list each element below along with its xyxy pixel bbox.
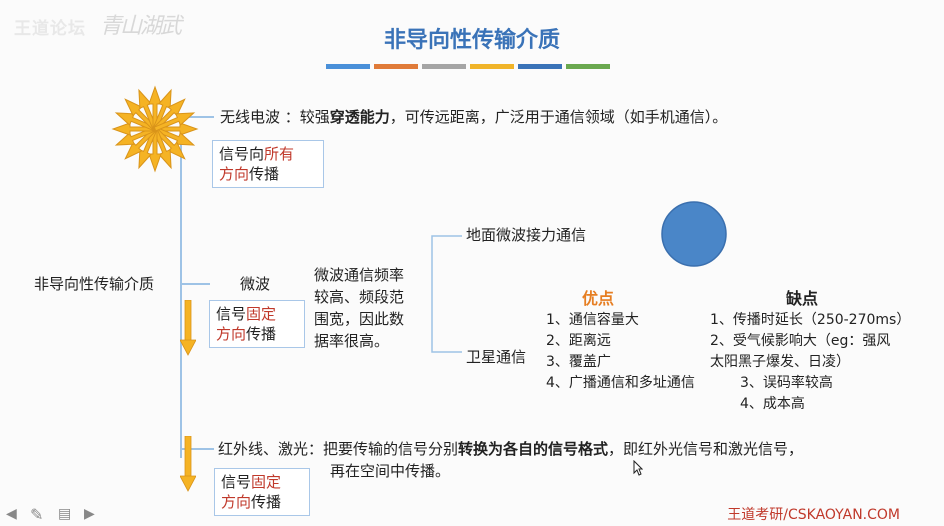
microwave-box-d: 传播 — [246, 325, 277, 343]
microwave-label: 微波 — [240, 275, 271, 293]
infrared-box-b: 固定 — [251, 473, 282, 491]
infrared-laser-description: 红外线、激光：把要传输的信号分别转换为各自的信号格式，即红外光信号和激光信号， — [218, 438, 803, 459]
footer-brand: 王道考研/CSKAOYAN.COM — [727, 507, 900, 523]
infrared-laser-description-line2: 再在空间中传播。 — [330, 462, 451, 480]
mouse-cursor-icon — [633, 460, 643, 476]
infrared-direction-box: 信号固定 方向传播 — [214, 468, 310, 516]
microwave-bracket — [431, 235, 462, 353]
slide-menu-icon[interactable]: ▤ — [58, 506, 71, 522]
advantages-title: 优点 — [582, 289, 615, 308]
root-branch-line — [180, 283, 210, 285]
advantage-item: 3、覆盖广 — [546, 354, 611, 370]
radio-wave-text-post: ，可传远距离，广泛用于通信领域（如手机通信）。 — [389, 108, 728, 126]
infrared-box-d: 传播 — [251, 493, 282, 511]
color-bar-3 — [422, 64, 466, 69]
microwave-direction-box: 信号固定 方向传播 — [209, 300, 305, 348]
advantage-item: 1、通信容量大 — [546, 312, 639, 328]
infrared-text-post: ，即红外光信号和激光信号， — [608, 440, 804, 458]
color-bar-6 — [566, 64, 610, 69]
microwave-desc-line-1: 微波通信频率 — [314, 266, 405, 284]
radio-box-b: 所有 — [264, 145, 295, 163]
radio-box-c: 方向 — [219, 165, 250, 183]
pen-tool-icon[interactable]: ✎ — [30, 505, 43, 524]
radio-direction-box: 信号向所有 方向传播 — [212, 140, 324, 188]
microwave-desc-line-3: 围宽，因此数 — [314, 310, 405, 328]
microwave-box-a: 信号 — [216, 305, 247, 323]
disadvantages-list: 1、传播时延长（250-270ms） 2、受气候影响大（eg：强风 太阳黑子爆发… — [710, 310, 910, 415]
disadvantages-title: 缺点 — [786, 289, 819, 308]
prev-slide-icon[interactable]: ◀ — [6, 506, 17, 522]
satellite-circle-icon — [661, 201, 727, 267]
microwave-desc-line-4: 据率很高。 — [314, 332, 390, 350]
color-bar-5 — [518, 64, 562, 69]
disadvantage-item: 太阳黑子爆发、日凌） — [710, 354, 850, 370]
starburst-arrows-icon — [111, 85, 199, 173]
down-arrow-icon — [180, 436, 196, 492]
infrared-text-pre: 红外线、激光：把要传输的信号分别 — [218, 440, 459, 458]
microwave-box-c: 方向 — [216, 325, 247, 343]
infrared-box-a: 信号 — [221, 473, 252, 491]
microwave-desc-line-2: 较高、频段范 — [314, 288, 405, 306]
disadvantage-item: 2、受气候影响大（eg：强风 — [710, 333, 891, 349]
disadvantage-item: 4、成本高 — [740, 396, 805, 412]
radio-box-d: 传播 — [249, 165, 280, 183]
root-label: 非导向性传输介质 — [34, 275, 155, 293]
down-arrow-icon — [180, 300, 196, 356]
microwave-box-b: 固定 — [246, 305, 277, 323]
slide-title: 非导向性传输介质 — [383, 28, 560, 53]
color-bar-1 — [326, 64, 370, 69]
advantage-item: 2、距离远 — [546, 333, 611, 349]
radio-wave-text-bold: 穿透能力 — [329, 108, 390, 126]
next-slide-icon[interactable]: ▶ — [84, 506, 95, 522]
advantages-list: 1、通信容量大 2、距离远 3、覆盖广 4、广播通信和多址通信 — [546, 310, 695, 394]
radio-box-a: 信号向 — [219, 145, 265, 163]
radio-wave-description: 无线电波 ：较强穿透能力，可传远距离，广泛用于通信领域（如手机通信）。 — [220, 106, 727, 127]
infrared-text-bold: 转换为各自的信号格式 — [458, 440, 609, 458]
disadvantage-item: 1、传播时延长（250-270ms） — [710, 312, 911, 328]
color-bar-2 — [374, 64, 418, 69]
radio-wave-text-pre: 无线电波 ：较强 — [220, 108, 330, 126]
microwave-description: 微波通信频率 较高、频段范 围宽，因此数 据率很高。 — [314, 264, 404, 352]
color-bar-4 — [470, 64, 514, 69]
advantage-item: 4、广播通信和多址通信 — [546, 375, 695, 391]
satellite-communication: 卫星通信 — [466, 348, 527, 366]
disadvantage-item: 3、误码率较高 — [740, 375, 833, 391]
ground-microwave-relay: 地面微波接力通信 — [466, 226, 587, 244]
infrared-box-c: 方向 — [221, 493, 252, 511]
